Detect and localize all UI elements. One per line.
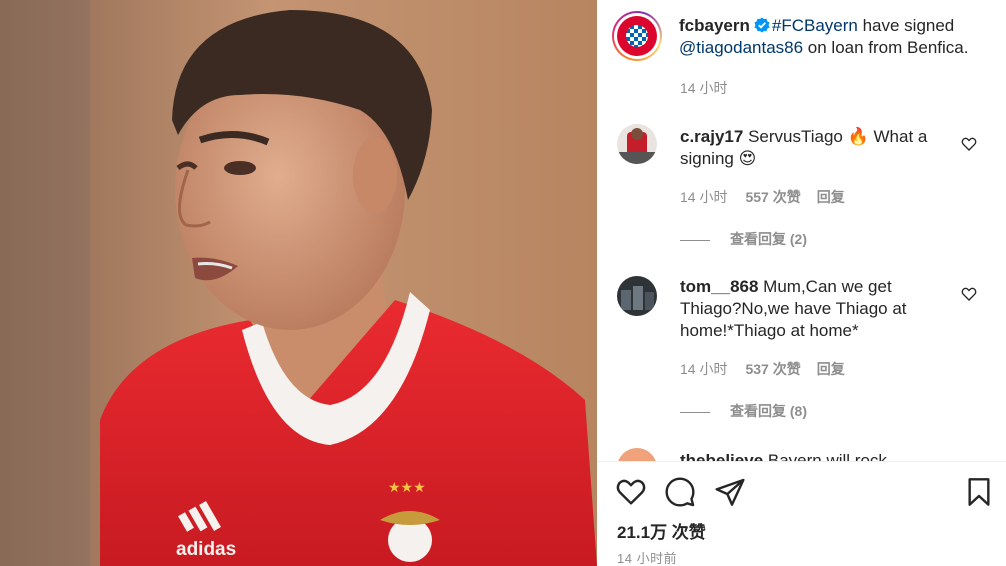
svg-text:adidas: adidas (176, 539, 236, 560)
post-caption: fcbayern #FCBayern have signed @tiagodan… (679, 15, 989, 59)
comment-time: 14 小时 (680, 189, 728, 205)
comment-meta: 14 小时 537 次赞 回复 (680, 359, 845, 379)
view-replies-button[interactable]: 查看回复 (8) (680, 401, 807, 421)
reply-button[interactable]: 回复 (817, 361, 845, 377)
replies-divider (680, 411, 710, 413)
comment-text: Bayern will rock (767, 451, 887, 461)
comment-bubble-icon[interactable] (664, 476, 696, 508)
view-replies-label: 查看回复 (2) (730, 231, 807, 247)
view-replies-button[interactable]: 查看回复 (2) (680, 229, 807, 249)
like-comment-heart-icon[interactable] (961, 136, 977, 152)
replies-divider (680, 239, 710, 241)
post-panel: fcbayern #FCBayern have signed @tiagodan… (597, 0, 1006, 566)
commenter-avatar[interactable] (617, 124, 657, 164)
fc-bayern-logo-icon (617, 16, 657, 56)
comment-likes[interactable]: 557 次赞 (745, 189, 800, 205)
share-paper-plane-icon[interactable] (714, 476, 746, 508)
commenter-username[interactable]: c.rajy17 (680, 127, 743, 146)
caption-time: 14 小时 (680, 80, 728, 96)
post-time[interactable]: 14 小时前 (617, 548, 677, 566)
comment-likes[interactable]: 537 次赞 (745, 361, 800, 377)
post-photo[interactable]: ★★★ adidas (0, 0, 597, 566)
mention-link[interactable]: @tiagodantas86 (679, 38, 803, 57)
comment-meta: 14 小时 557 次赞 回复 (680, 187, 845, 207)
view-replies-label: 查看回复 (8) (730, 403, 807, 419)
actions-divider (597, 461, 1006, 462)
commenter-username[interactable]: tom__868 (680, 277, 758, 296)
verified-badge-icon (754, 17, 770, 33)
player-photo: ★★★ adidas (0, 0, 597, 566)
commenter-avatar[interactable] (617, 448, 657, 461)
like-comment-heart-icon[interactable] (961, 286, 977, 302)
author-username[interactable]: fcbayern (679, 16, 750, 35)
comment-time: 14 小时 (680, 361, 728, 377)
commenter-username[interactable]: thebelieve (680, 451, 763, 461)
caption-meta: 14 小时 (680, 78, 745, 98)
reply-button[interactable]: 回复 (817, 189, 845, 205)
like-heart-icon[interactable] (615, 476, 647, 508)
caption-text-2: on loan from Benfica. (803, 38, 969, 57)
author-avatar[interactable] (612, 11, 662, 61)
caption-text: have signed (857, 16, 955, 35)
svg-text:★★★: ★★★ (388, 480, 426, 496)
comment-clip: thebelieve Bayern will rock (597, 440, 1006, 461)
hashtag-link[interactable]: #FCBayern (772, 16, 858, 35)
post-likes-count[interactable]: 21.1万 次赞 (617, 518, 706, 543)
commenter-avatar[interactable] (617, 276, 657, 316)
save-bookmark-icon[interactable] (963, 476, 995, 508)
